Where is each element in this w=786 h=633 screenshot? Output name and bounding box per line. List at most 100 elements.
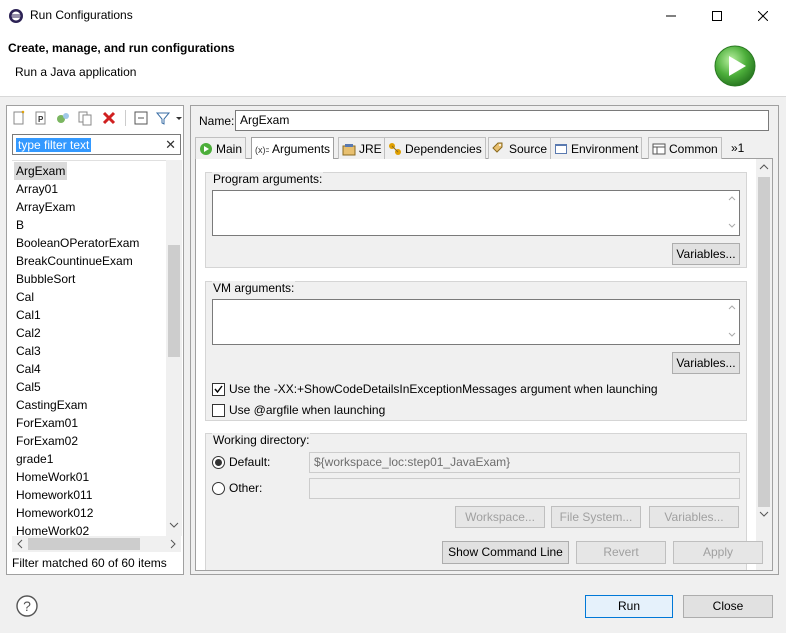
list-item[interactable]: grade1 — [14, 450, 55, 468]
workspace-button[interactable]: Workspace... — [455, 506, 545, 528]
list-item[interactable]: ArrayExam — [14, 198, 77, 216]
list-item[interactable]: Homework011 — [14, 486, 94, 504]
default-dir-radio[interactable] — [212, 455, 225, 469]
argfile-checkbox[interactable] — [212, 403, 225, 417]
window-title: Run Configurations — [30, 8, 133, 22]
name-input[interactable]: ArgExam — [235, 110, 769, 131]
close-icon — [758, 10, 768, 21]
list-item[interactable]: Array01 — [14, 180, 60, 198]
toolbar-divider — [125, 110, 126, 126]
list-item[interactable]: BubbleSort — [14, 270, 77, 288]
wd-variables-button[interactable]: Variables... — [649, 506, 739, 528]
tab-arguments[interactable]: (x)= Arguments — [251, 137, 335, 160]
svg-text:(x)=: (x)= — [255, 145, 269, 155]
duplicate-icon[interactable] — [77, 110, 93, 126]
maximize-icon — [712, 10, 722, 21]
collapse-all-icon[interactable] — [133, 110, 149, 126]
run-logo-icon — [714, 45, 756, 87]
list-item[interactable]: ArgExam — [14, 162, 68, 180]
filter-icon[interactable] — [155, 110, 171, 126]
close-button[interactable]: Close — [683, 595, 773, 618]
scroll-left-icon[interactable] — [15, 539, 25, 549]
scroll-up-icon — [728, 196, 736, 201]
scroll-down-icon[interactable] — [759, 510, 769, 518]
tab-common[interactable]: Common — [648, 137, 722, 159]
other-dir-field — [309, 478, 740, 499]
program-arguments-input[interactable] — [212, 190, 740, 236]
view-menu-icon[interactable] — [175, 110, 183, 126]
help-icon[interactable]: ? — [16, 595, 38, 617]
vm-variables-button[interactable]: Variables... — [672, 352, 740, 374]
list-item[interactable]: BreakCountinueExam — [14, 252, 135, 270]
scroll-down-icon[interactable] — [169, 520, 179, 530]
close-window-button[interactable] — [740, 0, 786, 31]
list-item[interactable]: ForExam02 — [14, 432, 80, 450]
argfile-option[interactable]: Use @argfile when launching — [212, 403, 385, 417]
default-dir-option[interactable]: Default: — [212, 455, 270, 469]
filter-status: Filter matched 60 of 60 items — [12, 556, 167, 570]
list-item[interactable]: Homework012 — [14, 504, 95, 522]
name-label: Name: — [199, 114, 235, 128]
list-item[interactable]: B — [14, 216, 26, 234]
list-scroll-thumb[interactable] — [168, 245, 180, 357]
list-vertical-scrollbar[interactable] — [166, 160, 182, 536]
run-button[interactable]: Run — [585, 595, 673, 618]
other-dir-label: Other: — [229, 481, 263, 495]
export-config-icon[interactable] — [55, 110, 71, 126]
tab-vertical-scrollbar[interactable] — [756, 159, 772, 570]
filter-input[interactable]: type filter text ✕ — [12, 134, 181, 155]
new-prototype-icon[interactable]: P — [33, 110, 49, 126]
scroll-down-icon — [728, 332, 736, 337]
list-item[interactable]: Cal3 — [14, 342, 43, 360]
apply-button[interactable]: Apply — [673, 541, 763, 564]
vm-arguments-input[interactable] — [212, 299, 740, 345]
revert-button[interactable]: Revert — [576, 541, 666, 564]
list-horizontal-scrollbar[interactable] — [12, 536, 181, 552]
list-item[interactable]: Cal1 — [14, 306, 43, 324]
scroll-up-icon[interactable] — [759, 163, 769, 171]
list-item[interactable]: HomeWork02 — [14, 522, 91, 536]
other-dir-radio[interactable] — [212, 481, 225, 495]
list-item[interactable]: Cal4 — [14, 360, 43, 378]
config-editor: Name: ArgExam Main (x)= Arguments JRE De… — [190, 105, 779, 575]
environment-tab-icon — [555, 143, 567, 154]
tab-source[interactable]: Source — [488, 137, 552, 159]
show-command-line-button[interactable]: Show Command Line — [442, 541, 569, 564]
vm-arguments-group: VM arguments: Variables... Use the -XX:+… — [205, 281, 747, 421]
list-item[interactable]: Cal5 — [14, 378, 43, 396]
header-subtitle: Run a Java application — [15, 65, 137, 79]
clear-filter-icon[interactable]: ✕ — [165, 137, 176, 153]
main-tab-icon — [200, 142, 212, 155]
tab-label: Arguments — [272, 142, 331, 156]
list-item[interactable]: CastingExam — [14, 396, 89, 414]
jre-tab-icon — [342, 143, 356, 155]
minimize-button[interactable] — [648, 0, 694, 31]
show-code-details-checkbox[interactable] — [212, 382, 225, 396]
list-item[interactable]: Cal2 — [14, 324, 43, 342]
tab-environment[interactable]: Environment — [550, 137, 643, 159]
delete-icon[interactable] — [101, 110, 117, 126]
new-config-icon[interactable] — [11, 110, 27, 126]
list-item[interactable]: BooleanOPeratorExam — [14, 234, 141, 252]
scroll-right-icon[interactable] — [168, 539, 178, 549]
config-list: ArgExam Array01 ArrayExam B BooleanOPeratorE… — [12, 160, 181, 536]
tab-scroll-thumb[interactable] — [758, 177, 770, 507]
tab-overflow-label: »1 — [731, 141, 745, 155]
tab-overflow[interactable]: »1 — [728, 137, 747, 159]
tab-jre[interactable]: JRE — [338, 137, 386, 159]
minimize-icon — [666, 15, 676, 16]
list-item[interactable]: Cal — [14, 288, 36, 306]
show-code-details-option[interactable]: Use the -XX:+ShowCodeDetailsInExceptionM… — [212, 382, 658, 396]
list-item[interactable]: ForExam01 — [14, 414, 80, 432]
maximize-button[interactable] — [694, 0, 740, 31]
tab-main[interactable]: Main — [195, 137, 247, 159]
file-system-button[interactable]: File System... — [551, 506, 641, 528]
header-title: Create, manage, and run configurations — [8, 41, 235, 55]
list-hscroll-thumb[interactable] — [28, 538, 140, 550]
other-dir-option[interactable]: Other: — [212, 481, 262, 495]
tab-dependencies[interactable]: Dependencies — [384, 137, 486, 159]
list-item[interactable]: HomeWork01 — [14, 468, 91, 486]
tab-label: Main — [216, 141, 243, 156]
program-arguments-group: Program arguments: Variables... — [205, 172, 747, 268]
program-variables-button[interactable]: Variables... — [672, 243, 740, 265]
